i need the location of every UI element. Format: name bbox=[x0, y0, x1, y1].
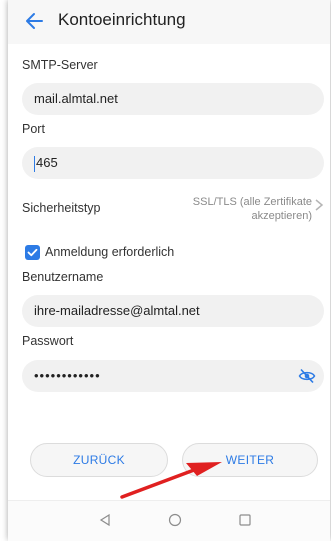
phone-screen: Kontoeinrichtung SMTP-Server mail.almtal… bbox=[8, 0, 330, 541]
security-type-value-line1: SSL/TLS (alle Zertifikate bbox=[192, 196, 312, 208]
security-type-value[interactable]: SSL/TLS (alle Zertifikate akzeptieren) bbox=[162, 195, 312, 223]
triangle-back-icon[interactable] bbox=[98, 513, 112, 527]
login-required-label: Anmeldung erforderlich bbox=[45, 245, 175, 259]
circle-home-icon[interactable] bbox=[168, 513, 182, 527]
next-button[interactable]: WEITER bbox=[182, 443, 318, 477]
password-value: •••••••••••• bbox=[34, 368, 101, 383]
username-field[interactable]: ihre-mailadresse@almtal.net bbox=[22, 295, 324, 327]
login-required-checkbox[interactable] bbox=[25, 245, 40, 260]
checkmark-icon bbox=[27, 248, 38, 257]
security-type-value-line2: akzeptieren) bbox=[251, 210, 312, 222]
back-button[interactable]: ZURÜCK bbox=[30, 443, 168, 477]
port-value: 465 bbox=[36, 155, 58, 170]
port-label: Port bbox=[22, 122, 45, 136]
smtp-server-value: mail.almtal.net bbox=[34, 91, 118, 106]
system-nav-bar bbox=[8, 500, 330, 541]
username-label: Benutzername bbox=[22, 270, 104, 284]
text-cursor bbox=[34, 155, 35, 172]
port-field[interactable]: 465 bbox=[22, 147, 324, 179]
username-value: ihre-mailadresse@almtal.net bbox=[34, 303, 200, 318]
smtp-server-field[interactable]: mail.almtal.net bbox=[22, 83, 324, 115]
security-type-label: Sicherheitstyp bbox=[22, 201, 101, 215]
app-bar: Kontoeinrichtung bbox=[8, 0, 330, 44]
smtp-server-label: SMTP-Server bbox=[22, 58, 98, 72]
square-recent-icon[interactable] bbox=[238, 513, 252, 527]
arrow-left-icon[interactable] bbox=[22, 8, 48, 34]
password-label: Passwort bbox=[22, 334, 74, 348]
page-title: Kontoeinrichtung bbox=[58, 10, 186, 29]
password-field[interactable]: •••••••••••• bbox=[22, 360, 324, 392]
eye-off-icon[interactable] bbox=[298, 368, 316, 384]
chevron-right-icon[interactable] bbox=[314, 198, 324, 212]
